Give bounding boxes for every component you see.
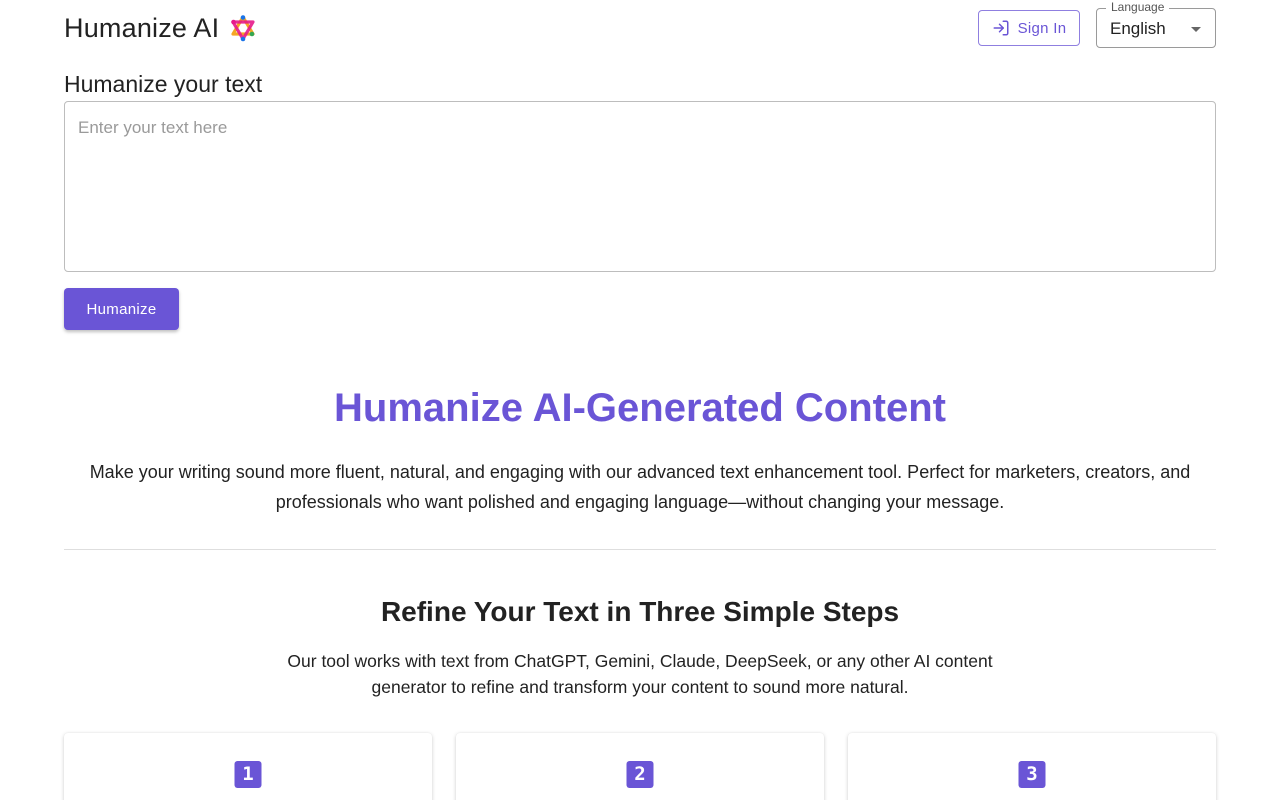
humanize-button[interactable]: Humanize bbox=[64, 288, 179, 330]
steps-title: Refine Your Text in Three Simple Steps bbox=[380, 596, 900, 627]
step-number-2-icon: 2 bbox=[626, 761, 654, 788]
step-number-1-icon: 1 bbox=[234, 761, 262, 788]
brand[interactable]: Humanize AI bbox=[64, 10, 257, 46]
login-icon bbox=[993, 20, 1009, 36]
input-heading: Humanize your text bbox=[64, 71, 263, 97]
step-card-2: 2 bbox=[456, 733, 824, 800]
language-selected-value: English bbox=[1110, 19, 1166, 38]
text-input[interactable] bbox=[64, 101, 1216, 272]
brand-title: Humanize AI bbox=[64, 12, 220, 43]
hero-description: Make your writing sound more fluent, nat… bbox=[89, 462, 1191, 512]
section-divider bbox=[64, 549, 1216, 550]
step-card-1: 1 bbox=[64, 733, 432, 800]
step-number-3-icon: 3 bbox=[1018, 761, 1046, 788]
sign-in-button[interactable]: Sign In bbox=[978, 10, 1080, 46]
colorful-star-logo-icon bbox=[231, 15, 255, 42]
caret-down-icon bbox=[1191, 27, 1201, 32]
language-legend: Language bbox=[1106, 0, 1170, 14]
sign-in-label: Sign In bbox=[1017, 19, 1067, 37]
page: Humanize AI Sign In Language English Hum… bbox=[0, 0, 1280, 800]
step-card-3: 3 bbox=[848, 733, 1216, 800]
hero-title: Humanize AI-Generated Content bbox=[334, 386, 946, 430]
steps-description: Our tool works with text from ChatGPT, G… bbox=[287, 651, 993, 697]
language-select[interactable]: Language English bbox=[1096, 0, 1216, 48]
